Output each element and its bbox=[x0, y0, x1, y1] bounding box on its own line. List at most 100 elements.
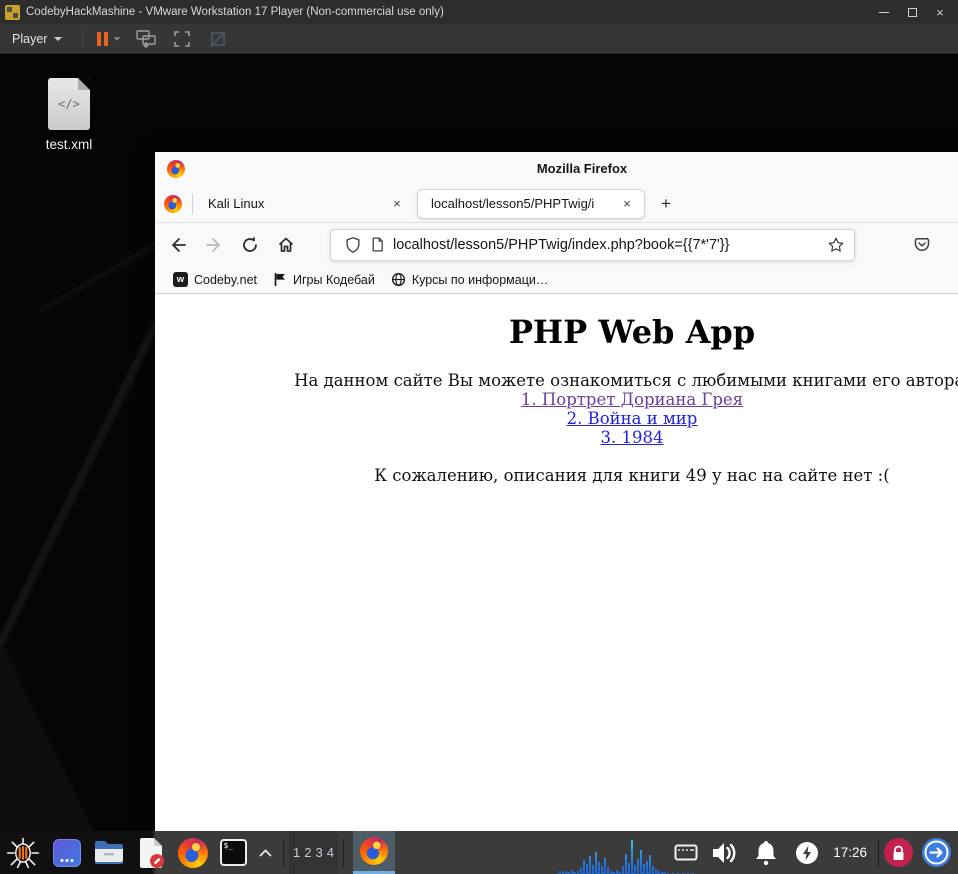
flag-icon bbox=[274, 273, 286, 286]
tab-localhost-active[interactable]: localhost/lesson5/PHPTwig/i × bbox=[417, 188, 645, 219]
firefox-logo-icon bbox=[167, 159, 185, 178]
url-bar[interactable]: localhost/lesson5/PHPTwig/index.php?book… bbox=[330, 228, 855, 261]
launcher-terminal[interactable]: $_ bbox=[214, 831, 252, 874]
launcher-text-editor[interactable] bbox=[130, 831, 172, 874]
vm-desktop: </> test.xml Mozilla Firefox Kali Linux … bbox=[0, 54, 958, 831]
page-title: PHP Web App bbox=[508, 313, 756, 351]
workspace-3[interactable]: 3 bbox=[315, 845, 322, 860]
chevron-down-icon bbox=[114, 36, 121, 41]
workspace-1[interactable]: 1 bbox=[293, 845, 300, 860]
launcher-file-manager[interactable] bbox=[88, 831, 130, 874]
panel-divider bbox=[283, 838, 284, 867]
toolbar-divider bbox=[82, 29, 84, 48]
unity-disabled-icon bbox=[210, 30, 226, 47]
terminal-glyph: $_ bbox=[223, 841, 234, 850]
bookmark-label: Codeby.net bbox=[194, 272, 258, 287]
logout-button[interactable] bbox=[922, 838, 951, 867]
page-message: К сожалению, описания для книги 49 у нас… bbox=[374, 466, 890, 485]
wallpaper-shape bbox=[40, 174, 160, 334]
firefox-window-title: Mozilla Firefox bbox=[536, 161, 628, 176]
back-button[interactable] bbox=[162, 229, 194, 261]
web-page-content: PHP Web App На данном сайте Вы можете оз… bbox=[155, 294, 958, 830]
launcher-firefox[interactable] bbox=[172, 831, 214, 874]
terminal-icon: $_ bbox=[219, 839, 247, 866]
pocket-icon bbox=[914, 237, 930, 251]
globe-icon bbox=[391, 272, 405, 287]
power-manager-button[interactable] bbox=[787, 831, 827, 874]
new-tab-button[interactable]: + bbox=[653, 191, 679, 217]
back-icon bbox=[172, 237, 186, 252]
pocket-button[interactable] bbox=[907, 230, 937, 260]
keyboard-layout-button[interactable] bbox=[669, 831, 703, 874]
volume-button[interactable] bbox=[703, 831, 745, 874]
codeby-favicon: w bbox=[173, 272, 188, 287]
page-icon bbox=[372, 237, 383, 252]
fullscreen-icon bbox=[174, 30, 191, 47]
xml-file-icon: </> bbox=[48, 78, 90, 130]
desktop-file-label: test.xml bbox=[45, 137, 93, 152]
speaker-icon bbox=[713, 842, 736, 863]
code-glyph: </> bbox=[58, 97, 80, 111]
shield-icon bbox=[346, 236, 360, 253]
tab-label: localhost/lesson5/PHPTwig/i bbox=[431, 196, 616, 211]
ctrl-alt-del-button[interactable] bbox=[131, 27, 161, 51]
firefox-task-button-active[interactable] bbox=[352, 831, 395, 874]
site-info-button[interactable] bbox=[365, 233, 389, 257]
bookmark-star-button[interactable] bbox=[824, 233, 848, 257]
book-link-2[interactable]: 2. Война и мир bbox=[155, 409, 958, 428]
tab-divider bbox=[192, 193, 193, 214]
book-link-1[interactable]: 1. Портрет Дориана Грея bbox=[155, 390, 958, 409]
reload-button[interactable] bbox=[234, 229, 266, 261]
url-text[interactable]: localhost/lesson5/PHPTwig/index.php?book… bbox=[393, 237, 824, 253]
kali-menu-button[interactable] bbox=[0, 831, 46, 874]
workspace-2[interactable]: 2 bbox=[304, 845, 311, 860]
home-button[interactable] bbox=[270, 229, 302, 261]
padlock-icon bbox=[893, 845, 904, 860]
panel-divider bbox=[878, 838, 879, 867]
firefox-titlebar[interactable]: Mozilla Firefox bbox=[155, 152, 958, 185]
tracking-shield-button[interactable] bbox=[341, 233, 365, 257]
bookmark-label: Игры Кодебай bbox=[293, 272, 375, 287]
firefox-tab-bar: Kali Linux × localhost/lesson5/PHPTwig/i… bbox=[155, 185, 958, 223]
ctrl-alt-del-icon bbox=[136, 29, 157, 48]
firefox-view-icon[interactable] bbox=[164, 194, 182, 213]
kali-taskbar: $_ 1 2 3 4 17:26 bbox=[0, 831, 958, 874]
tab-close-button[interactable]: × bbox=[386, 193, 408, 215]
vmware-titlebar: CodebyHackMashine - VMware Workstation 1… bbox=[0, 0, 958, 24]
chevron-up-icon bbox=[259, 848, 271, 856]
player-menu[interactable]: Player bbox=[0, 24, 72, 53]
keyboard-icon bbox=[674, 844, 698, 861]
home-icon bbox=[278, 237, 294, 252]
panel-expand-button[interactable] bbox=[252, 831, 278, 874]
player-menu-label: Player bbox=[12, 31, 48, 46]
bookmark-games[interactable]: Игры Кодебай bbox=[265, 269, 383, 291]
vmware-player-window: CodebyHackMashine - VMware Workstation 1… bbox=[0, 0, 958, 874]
notifications-button[interactable] bbox=[745, 831, 787, 874]
tab-close-button[interactable]: × bbox=[616, 193, 638, 215]
tab-label: Kali Linux bbox=[208, 196, 265, 211]
bookmark-label: Курсы по информаци… bbox=[411, 272, 549, 287]
suspend-vm-button[interactable] bbox=[93, 31, 125, 46]
lock-screen-button[interactable] bbox=[884, 838, 913, 867]
vmware-toolbar: Player « bbox=[0, 24, 958, 68]
clock[interactable]: 17:26 bbox=[833, 845, 867, 860]
book-link-3[interactable]: 3. 1984 bbox=[155, 428, 958, 447]
workspace-switcher: 1 2 3 4 bbox=[289, 831, 338, 874]
firefox-logo-icon bbox=[359, 837, 388, 865]
forward-button[interactable] bbox=[198, 229, 230, 261]
bookmark-courses[interactable]: Курсы по информаци… bbox=[383, 269, 557, 291]
close-button[interactable]: × bbox=[926, 1, 954, 23]
page-intro: На данном сайте Вы можете ознакомиться с… bbox=[294, 371, 958, 390]
minimize-button[interactable] bbox=[870, 1, 898, 23]
tab-kali-linux[interactable]: Kali Linux × bbox=[195, 189, 414, 219]
desktop-file-testxml[interactable]: </> test.xml bbox=[24, 78, 114, 152]
window-app-icon bbox=[53, 838, 81, 867]
fullscreen-button[interactable] bbox=[167, 27, 197, 51]
logout-arrow-icon bbox=[924, 840, 949, 865]
bookmark-codeby[interactable]: w Codeby.net bbox=[165, 269, 265, 291]
launcher-dashboard[interactable] bbox=[46, 831, 88, 874]
maximize-button[interactable] bbox=[898, 1, 926, 23]
workspace-4[interactable]: 4 bbox=[327, 845, 334, 860]
battery-charging-icon bbox=[796, 841, 819, 864]
wallpaper-shape bbox=[0, 314, 175, 644]
